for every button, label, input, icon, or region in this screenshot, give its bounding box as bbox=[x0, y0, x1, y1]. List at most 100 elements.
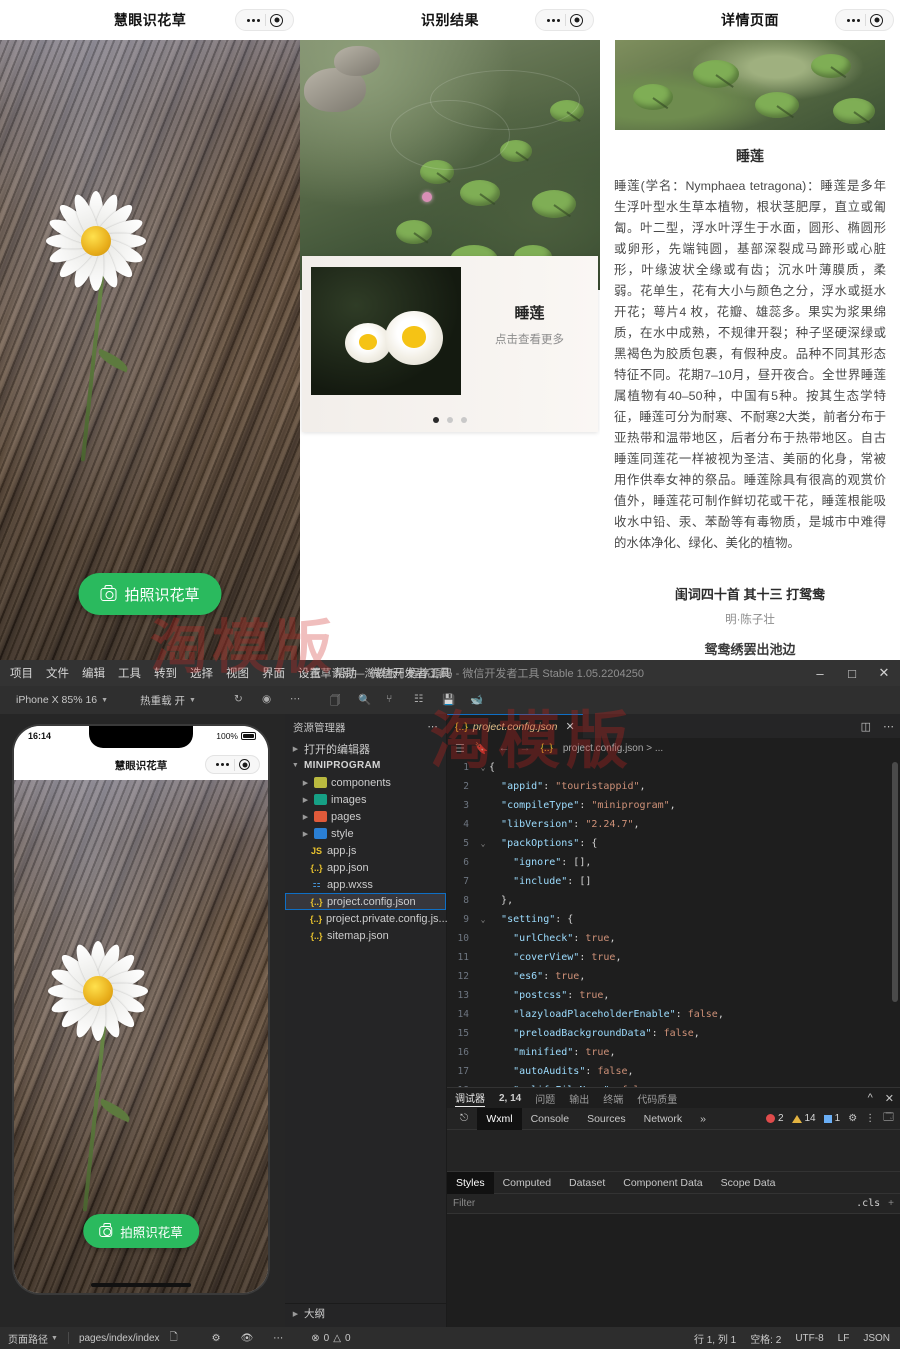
explorer-open-editors[interactable]: ▶ 打开的编辑器 bbox=[285, 740, 446, 757]
code-line[interactable]: 12 "es6": true, bbox=[447, 967, 900, 986]
explorer-item-components[interactable]: ▶ components bbox=[285, 774, 446, 791]
minimize-button[interactable]: – bbox=[804, 660, 836, 686]
styles-tab-component-data[interactable]: Component Data bbox=[614, 1172, 711, 1194]
maximize-button[interactable]: □ bbox=[836, 660, 868, 686]
code-line[interactable]: 5⌄ "packOptions": { bbox=[447, 834, 900, 853]
wechat-capsule-button[interactable] bbox=[835, 9, 894, 31]
debug-icon[interactable]: ⚙ bbox=[212, 1333, 221, 1344]
code-line[interactable]: 13 "postcss": true, bbox=[447, 986, 900, 1005]
back-chevron-icon[interactable]: ‹ bbox=[300, 9, 308, 31]
dom-tree-area[interactable] bbox=[447, 1130, 900, 1172]
refresh-icon[interactable]: ↻ bbox=[234, 693, 248, 707]
code-line[interactable]: 18 "uglifyFileName": false, bbox=[447, 1081, 900, 1087]
fold-toggle-icon[interactable]: ⌄ bbox=[477, 839, 489, 848]
back-arrow-icon[interactable]: ← bbox=[499, 742, 510, 754]
code-editor[interactable]: 1⌄{2 "appid": "touristappid",3 "compileT… bbox=[447, 758, 900, 1087]
menu-item-view[interactable]: 视图 bbox=[226, 665, 249, 681]
tab-output[interactable]: 输出 bbox=[569, 1091, 589, 1106]
tab-debugger[interactable]: 调试器 bbox=[455, 1090, 485, 1107]
info-badge[interactable]: 1 bbox=[824, 1113, 841, 1124]
menu-item-edit[interactable]: 编辑 bbox=[82, 665, 105, 681]
code-line[interactable]: 8 }, bbox=[447, 891, 900, 910]
more-icon[interactable]: ⋯ bbox=[290, 693, 304, 707]
add-style-rule-button[interactable]: + bbox=[888, 1198, 894, 1209]
menu-item-ui[interactable]: 界面 bbox=[262, 665, 285, 681]
code-line[interactable]: 6 "ignore": [], bbox=[447, 853, 900, 872]
devtools-tab-overflow[interactable]: » bbox=[691, 1108, 715, 1130]
more-icon[interactable]: ⋯ bbox=[428, 721, 439, 733]
copy-icon[interactable]: 🗍 bbox=[330, 693, 344, 707]
explorer-item-sitemap-json[interactable]: {..} sitemap.json bbox=[285, 927, 446, 944]
close-circle-icon[interactable] bbox=[870, 14, 883, 27]
close-icon[interactable]: ✕ bbox=[566, 720, 575, 733]
wechat-capsule-button[interactable] bbox=[235, 9, 294, 31]
code-line[interactable]: 4 "libVersion": "2.24.7", bbox=[447, 815, 900, 834]
hot-reload-selector[interactable]: 热重载 开 ▼ bbox=[132, 693, 204, 708]
code-line[interactable]: 14 "lazyloadPlaceholderEnable": false, bbox=[447, 1005, 900, 1024]
warning-badge[interactable]: 14 bbox=[792, 1113, 816, 1124]
fold-toggle-icon[interactable]: ⌄ bbox=[477, 915, 489, 924]
carousel-dot-3[interactable] bbox=[461, 417, 467, 423]
styles-tab-computed[interactable]: Computed bbox=[494, 1172, 560, 1194]
gear-icon[interactable]: ⚙ bbox=[848, 1113, 857, 1124]
cursor-position[interactable]: 行 1, 列 1 bbox=[694, 1331, 736, 1346]
styles-tab-dataset[interactable]: Dataset bbox=[560, 1172, 614, 1194]
more-icon[interactable] bbox=[211, 763, 234, 766]
menu-item-select[interactable]: 选择 bbox=[190, 665, 213, 681]
code-line[interactable]: 3 "compileType": "miniprogram", bbox=[447, 796, 900, 815]
menu-item-goto[interactable]: 转到 bbox=[154, 665, 177, 681]
code-line[interactable]: 10 "urlCheck": true, bbox=[447, 929, 900, 948]
branch-icon[interactable]: ⑂ bbox=[386, 693, 400, 707]
devtools-tab-wxml[interactable]: Wxml bbox=[477, 1108, 521, 1130]
devtools-tab-console[interactable]: Console bbox=[522, 1108, 579, 1130]
bookmark-icon[interactable]: 🔖 bbox=[475, 742, 489, 755]
tab-code-quality[interactable]: 代码质量 bbox=[637, 1091, 677, 1106]
explorer-project-root[interactable]: ▼ MINIPROGRAM bbox=[285, 757, 446, 774]
filter-input[interactable]: Filter bbox=[453, 1198, 475, 1209]
record-icon[interactable]: ◉ bbox=[262, 693, 276, 707]
indent-setting[interactable]: 空格: 2 bbox=[750, 1331, 781, 1346]
explorer-item-project-private-config[interactable]: {..} project.private.config.js... bbox=[285, 910, 446, 927]
phone-simulator[interactable]: 16:14 100% 慧眼识花草 bbox=[14, 726, 268, 1293]
save-icon[interactable]: 💾 bbox=[442, 693, 456, 707]
wechat-capsule-button[interactable] bbox=[535, 9, 594, 31]
explorer-item-pages[interactable]: ▶ pages bbox=[285, 808, 446, 825]
cls-button[interactable]: .cls bbox=[856, 1198, 880, 1209]
close-circle-icon[interactable] bbox=[239, 759, 250, 770]
explorer-item-app-js[interactable]: JS app.js bbox=[285, 842, 446, 859]
code-line[interactable]: 1⌄{ bbox=[447, 758, 900, 777]
explorer-item-project-config-json[interactable]: {..} project.config.json bbox=[285, 893, 446, 910]
editor-vertical-scrollbar[interactable] bbox=[892, 762, 898, 1002]
eye-icon[interactable]: 👁 bbox=[241, 1333, 254, 1344]
encoding[interactable]: UTF-8 bbox=[795, 1333, 823, 1344]
menu-icon[interactable]: ☰ bbox=[455, 742, 465, 755]
eol-setting[interactable]: LF bbox=[838, 1333, 850, 1344]
more-icon[interactable] bbox=[242, 19, 265, 22]
kebab-menu-icon[interactable]: ⋮ bbox=[865, 1113, 875, 1124]
explorer-outline-section[interactable]: ▶ 大纲 bbox=[285, 1303, 446, 1323]
search-icon[interactable]: 🔍 bbox=[358, 693, 372, 707]
tab-terminal[interactable]: 终端 bbox=[603, 1091, 623, 1106]
devtools-tab-network[interactable]: Network bbox=[635, 1108, 692, 1130]
explorer-item-style[interactable]: ▶ style bbox=[285, 825, 446, 842]
sim-screen[interactable]: 拍照识花草 bbox=[14, 780, 268, 1293]
problems-status[interactable]: ⊗ 0 △ 0 bbox=[311, 1333, 350, 1344]
close-circle-icon[interactable] bbox=[270, 14, 283, 27]
code-line[interactable]: 9⌄ "setting": { bbox=[447, 910, 900, 929]
explorer-item-app-json[interactable]: {..} app.json bbox=[285, 859, 446, 876]
copy-icon[interactable]: 🗋 bbox=[170, 1330, 178, 1347]
split-editor-icon[interactable]: ◫ bbox=[861, 720, 871, 733]
layout-icon[interactable]: ☷ bbox=[414, 693, 428, 707]
device-selector[interactable]: iPhone X 85% 16 ▼ bbox=[8, 694, 116, 706]
close-button[interactable]: ✕ bbox=[868, 660, 900, 686]
more-icon[interactable] bbox=[842, 19, 865, 22]
code-line[interactable]: 2 "appid": "touristappid", bbox=[447, 777, 900, 796]
forward-arrow-icon[interactable]: → bbox=[520, 742, 531, 754]
carousel-dot-2[interactable] bbox=[447, 417, 453, 423]
styles-tab-scope-data[interactable]: Scope Data bbox=[712, 1172, 785, 1194]
code-line[interactable]: 17 "autoAudits": false, bbox=[447, 1062, 900, 1081]
more-icon[interactable] bbox=[542, 19, 565, 22]
language-mode[interactable]: JSON bbox=[863, 1333, 890, 1344]
fold-toggle-icon[interactable]: ⌄ bbox=[477, 763, 489, 772]
devtools-tab-sources[interactable]: Sources bbox=[578, 1108, 635, 1130]
